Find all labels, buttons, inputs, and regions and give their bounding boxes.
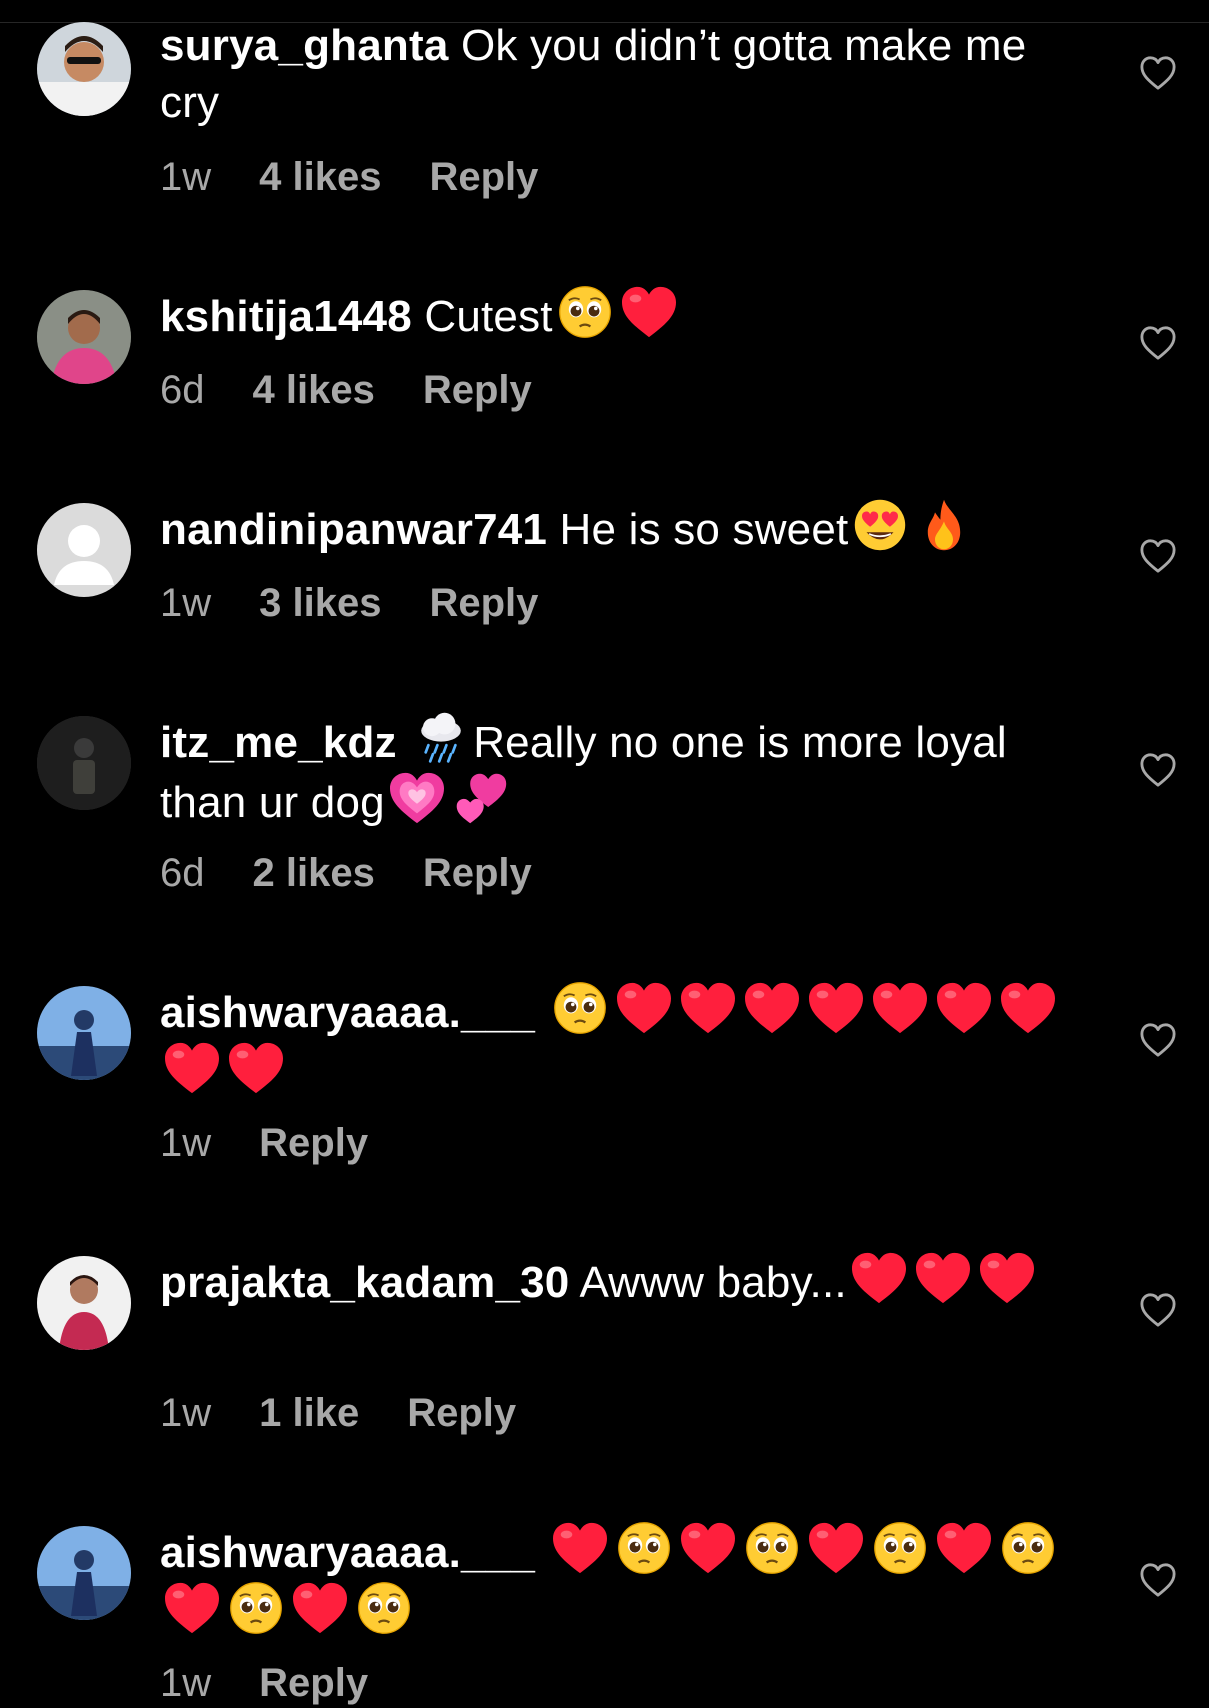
pleading-face-icon xyxy=(871,1521,929,1575)
red-heart-icon xyxy=(291,1581,349,1635)
comment-likes[interactable]: 4 likes xyxy=(253,368,375,412)
heart-outline-icon[interactable] xyxy=(1139,325,1177,361)
comment-username[interactable]: prajakta_kadam_30 xyxy=(160,1258,569,1307)
comment-meta: 6d 4 likes Reply xyxy=(160,365,580,415)
comment-meta: 1w Reply xyxy=(160,1118,416,1168)
avatar[interactable] xyxy=(37,716,131,810)
comment-time: 6d xyxy=(160,368,205,412)
comment-username[interactable]: kshitija1448 xyxy=(160,292,412,341)
red-heart-icon xyxy=(914,1251,972,1305)
comment-text: nandinipanwar741 He is so sweet xyxy=(160,498,1060,558)
pleading-face-icon xyxy=(615,1521,673,1575)
comment-time: 1w xyxy=(160,1391,212,1435)
comment-meta: 1w 1 like Reply xyxy=(160,1388,564,1438)
pleading-face-icon xyxy=(551,981,609,1035)
comment-likes[interactable]: 4 likes xyxy=(259,155,381,199)
comment-meta: 1w 4 likes Reply xyxy=(160,152,586,202)
comment-text: aishwaryaaaa.___ xyxy=(160,981,1060,1101)
heart-outline-icon[interactable] xyxy=(1139,538,1177,574)
comment-time: 1w xyxy=(160,155,212,199)
comment-text: kshitija1448 Cutest xyxy=(160,285,1060,345)
comment-username[interactable]: nandinipanwar741 xyxy=(160,505,547,554)
avatar[interactable] xyxy=(37,503,131,597)
heart-outline-icon[interactable] xyxy=(1139,1562,1177,1598)
heart-eyes-face-icon xyxy=(851,498,909,552)
comment-text: prajakta_kadam_30 Awww baby... xyxy=(160,1251,1060,1311)
reply-button[interactable]: Reply xyxy=(259,1121,368,1165)
red-heart-icon xyxy=(743,981,801,1035)
red-heart-icon xyxy=(978,1251,1036,1305)
comment-text: aishwaryaaaa.___ xyxy=(160,1521,1060,1641)
avatar[interactable] xyxy=(37,22,131,116)
red-heart-icon xyxy=(551,1521,609,1575)
red-heart-icon xyxy=(935,981,993,1035)
comment-time: 1w xyxy=(160,1661,212,1705)
comment-body: He is so sweet xyxy=(559,505,849,554)
red-heart-icon xyxy=(163,1581,221,1635)
comment-likes[interactable]: 1 like xyxy=(259,1391,359,1435)
red-heart-icon xyxy=(935,1521,993,1575)
comment-username[interactable]: itz_me_kdz xyxy=(160,718,397,767)
rain-cloud-icon xyxy=(412,711,470,765)
reply-button[interactable]: Reply xyxy=(429,155,538,199)
comment-time: 1w xyxy=(160,581,212,625)
red-heart-icon xyxy=(871,981,929,1035)
reply-button[interactable]: Reply xyxy=(423,368,532,412)
comment-body: Awww baby... xyxy=(579,1258,847,1307)
comment-body: Cutest xyxy=(424,292,553,341)
red-heart-icon xyxy=(850,1251,908,1305)
comment-username[interactable]: aishwaryaaaa.___ xyxy=(160,988,535,1037)
red-heart-icon xyxy=(999,981,1057,1035)
growing-heart-icon xyxy=(388,771,446,825)
red-heart-icon xyxy=(163,1041,221,1095)
fire-icon xyxy=(915,498,973,552)
red-heart-icon xyxy=(679,1521,737,1575)
red-heart-icon xyxy=(620,285,678,339)
reply-button[interactable]: Reply xyxy=(259,1661,368,1705)
red-heart-icon xyxy=(807,1521,865,1575)
heart-outline-icon[interactable] xyxy=(1139,1022,1177,1058)
heart-outline-icon[interactable] xyxy=(1139,752,1177,788)
pleading-face-icon xyxy=(227,1581,285,1635)
comment-meta: 6d 2 likes Reply xyxy=(160,848,580,898)
avatar[interactable] xyxy=(37,1256,131,1350)
comment-username[interactable]: surya_ghanta xyxy=(160,21,449,70)
avatar[interactable] xyxy=(37,986,131,1080)
comment-time: 6d xyxy=(160,851,205,895)
comment-meta: 1w 3 likes Reply xyxy=(160,578,586,628)
comment-likes[interactable]: 2 likes xyxy=(253,851,375,895)
comment-time: 1w xyxy=(160,1121,212,1165)
two-hearts-icon xyxy=(452,771,510,825)
pleading-face-icon xyxy=(743,1521,801,1575)
red-heart-icon xyxy=(615,981,673,1035)
comment-likes[interactable]: 3 likes xyxy=(259,581,381,625)
heart-outline-icon[interactable] xyxy=(1139,1292,1177,1328)
comment-meta: 1w Reply xyxy=(160,1658,416,1708)
red-heart-icon xyxy=(807,981,865,1035)
comment-text: itz_me_kdz Really no one is more loyal t… xyxy=(160,711,1060,831)
red-heart-icon xyxy=(679,981,737,1035)
comment-text: surya_ghanta Ok you didn’t gotta make me… xyxy=(160,17,1060,131)
pleading-face-icon xyxy=(355,1581,413,1635)
reply-button[interactable]: Reply xyxy=(429,581,538,625)
reply-button[interactable]: Reply xyxy=(407,1391,516,1435)
heart-outline-icon[interactable] xyxy=(1139,55,1177,91)
pleading-face-icon xyxy=(999,1521,1057,1575)
comment-username[interactable]: aishwaryaaaa.___ xyxy=(160,1528,535,1577)
pleading-face-icon xyxy=(556,285,614,339)
reply-button[interactable]: Reply xyxy=(423,851,532,895)
avatar[interactable] xyxy=(37,290,131,384)
red-heart-icon xyxy=(227,1041,285,1095)
avatar[interactable] xyxy=(37,1526,131,1620)
